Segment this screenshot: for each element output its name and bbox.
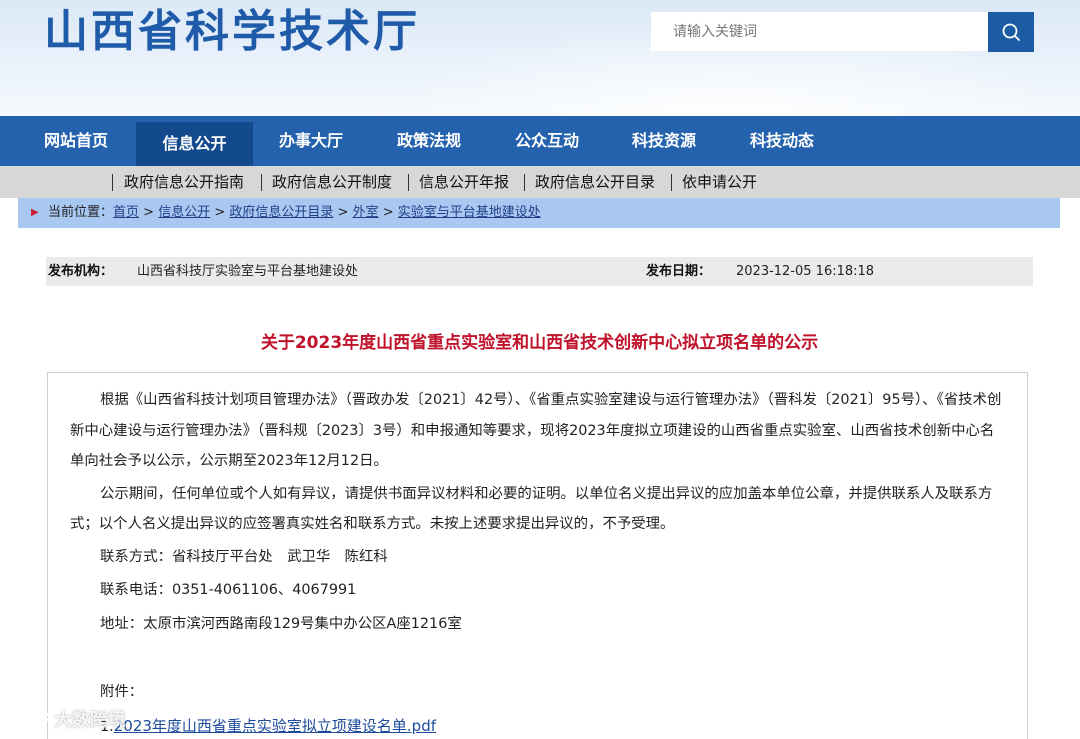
article-content-box: 根据《山西省科技计划项目管理办法》（晋政办发〔2021〕42号）、《省重点实验室… xyxy=(47,372,1028,739)
sub-nav-system[interactable]: 政府信息公开制度 xyxy=(272,166,392,198)
breadcrumb-separator: > xyxy=(333,205,353,220)
publisher-value: 山西省科技厅实验室与平台基地建设处 xyxy=(137,264,359,279)
search-input[interactable] xyxy=(651,12,989,51)
breadcrumb-path: 当前位置：首页 > 信息公开 > 政府信息公开目录 > 外室 > 实验室与平台基… xyxy=(48,198,541,228)
search-icon xyxy=(1002,23,1020,41)
nav-item-service-hall[interactable]: 办事大厅 xyxy=(268,116,354,166)
article-paragraph-1: 根据《山西省科技计划项目管理办法》（晋政办发〔2021〕42号）、《省重点实验室… xyxy=(70,392,1002,469)
breadcrumb-department[interactable]: 实验室与平台基地建设处 xyxy=(398,205,541,220)
publisher-label: 发布机构： xyxy=(48,264,114,279)
attachment-link[interactable]: 2023年度山西省重点实验室拟立项建设名单.pdf xyxy=(114,717,436,735)
attachment-label: 附件： xyxy=(100,684,144,700)
sub-nav-catalog[interactable]: 政府信息公开目录 xyxy=(535,166,655,198)
nav-item-policies[interactable]: 政策法规 xyxy=(386,116,472,166)
date-value: 2023-12-05 16:18:18 xyxy=(736,264,875,279)
sub-nav-apply[interactable]: 依申请公开 xyxy=(682,166,757,198)
sub-nav: 政府信息公开指南 政府信息公开制度 信息公开年报 政府信息公开目录 依申请公开 xyxy=(0,166,1080,198)
attachment-item: 1.2023年度山西省重点实验室拟立项建设名单.pdf xyxy=(70,711,1004,739)
breadcrumb-separator: > xyxy=(210,205,230,220)
breadcrumb-separator: > xyxy=(378,205,398,220)
date-label: 发布日期： xyxy=(646,264,712,279)
sub-nav-divider xyxy=(408,174,409,191)
article-content: 根据《山西省科技计划项目管理办法》（晋政办发〔2021〕42号）、《省重点实验室… xyxy=(70,385,1004,739)
sub-nav-divider xyxy=(261,174,262,191)
sub-nav-divider xyxy=(112,174,113,191)
article-paragraph-2: 公示期间，任何单位或个人如有异议，请提供书面异议材料和必要的证明。以单位名义提出… xyxy=(70,485,993,533)
breadcrumb: ▶ 当前位置：首页 > 信息公开 > 政府信息公开目录 > 外室 > 实验室与平… xyxy=(18,198,1060,228)
site-title[interactable]: 山西省科学技术厅 xyxy=(44,6,420,58)
watermark-text: 大数跨境 xyxy=(54,710,126,731)
breadcrumb-office[interactable]: 外室 xyxy=(353,205,379,220)
sub-nav-annual-report[interactable]: 信息公开年报 xyxy=(419,166,509,198)
phone-line: 联系电话：0351-4061106、4067991 xyxy=(100,582,357,598)
nav-item-home[interactable]: 网站首页 xyxy=(33,116,119,166)
nav-item-info-disclosure[interactable]: 信息公开 xyxy=(136,122,253,166)
article-title: 关于2023年度山西省重点实验室和山西省技术创新中心拟立项名单的公示 xyxy=(260,333,819,353)
watermark-logo-icon xyxy=(11,709,50,725)
site-header: 山西省科学技术厅 xyxy=(0,0,1080,116)
article-meta: 发布机构： 山西省科技厅实验室与平台基地建设处 发布日期： 2023-12-05… xyxy=(46,257,1033,286)
address-line: 地址：太原市滨河西路南段129号集中办公区A座1216室 xyxy=(100,615,462,632)
contact-line: 联系方式：省科技厅平台处 武卫华 陈红科 xyxy=(100,548,388,565)
sub-nav-guide[interactable]: 政府信息公开指南 xyxy=(124,166,244,198)
sub-nav-divider xyxy=(524,174,525,191)
sub-nav-divider xyxy=(671,174,672,191)
breadcrumb-prefix: 当前位置： xyxy=(48,205,114,220)
breadcrumb-info-disclosure[interactable]: 信息公开 xyxy=(158,205,210,220)
watermark: 大数跨境 xyxy=(10,706,126,732)
breadcrumb-catalog[interactable]: 政府信息公开目录 xyxy=(229,205,333,220)
main-nav: 网站首页 信息公开 办事大厅 政策法规 公众互动 科技资源 科技动态 xyxy=(0,116,1080,166)
breadcrumb-separator: > xyxy=(139,205,159,220)
nav-item-tech-resources[interactable]: 科技资源 xyxy=(621,116,707,166)
nav-item-tech-news[interactable]: 科技动态 xyxy=(739,116,825,166)
nav-item-public-interaction[interactable]: 公众互动 xyxy=(504,116,590,166)
breadcrumb-arrow-icon: ▶ xyxy=(31,207,39,218)
breadcrumb-home[interactable]: 首页 xyxy=(113,205,139,220)
search-button[interactable] xyxy=(988,12,1034,52)
